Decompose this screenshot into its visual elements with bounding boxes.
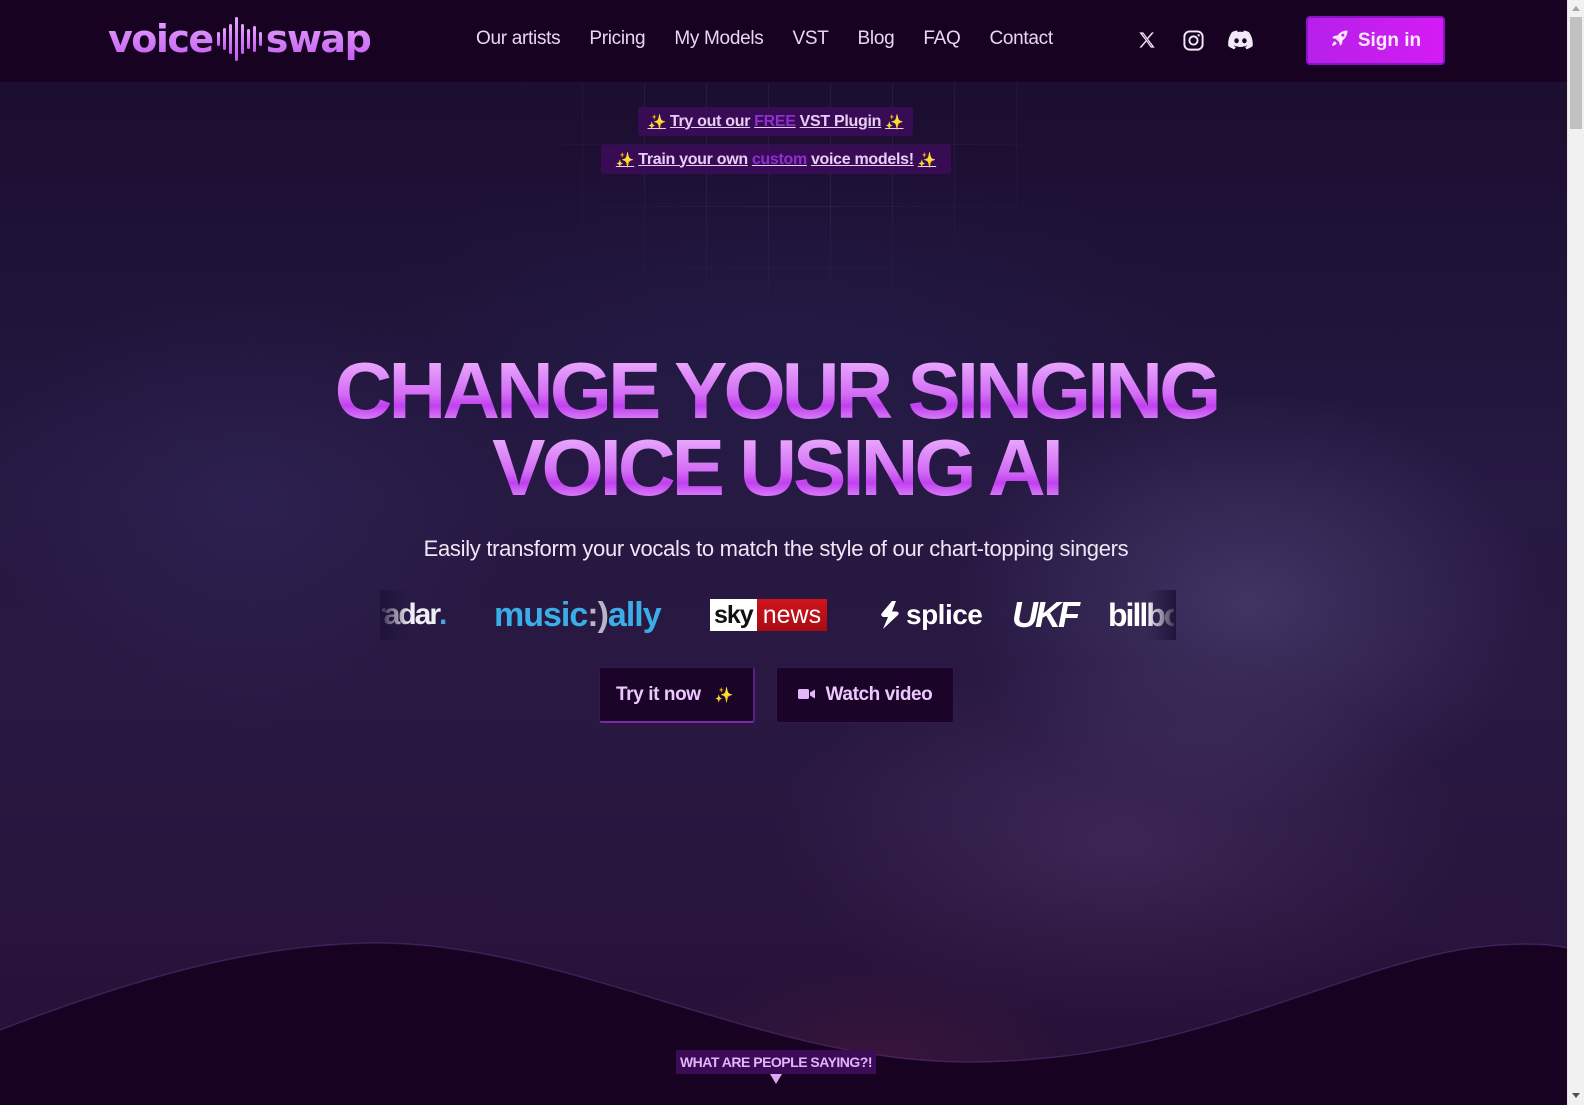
carousel-fade-left: [380, 590, 410, 640]
promo-prefix: Train your own: [638, 150, 748, 168]
bottom-wave-divider: [0, 942, 1567, 1105]
nav-vst[interactable]: VST: [792, 28, 828, 50]
promo-highlight: FREE: [754, 112, 796, 130]
logo-text-swap: swap: [265, 17, 372, 61]
sign-in-button[interactable]: Sign in: [1306, 16, 1445, 65]
try-it-now-button[interactable]: Try it now ✨: [599, 667, 755, 723]
promo-suffix: voice models!: [810, 150, 914, 168]
sparkles-icon: ✨: [917, 151, 937, 169]
site-header: voice swap Our artists Pricing My Models…: [0, 0, 1567, 83]
promo-suffix: VST Plugin: [799, 112, 882, 130]
press-logo-splice: splice: [878, 592, 983, 638]
voiceswap-logo[interactable]: voice swap: [108, 14, 372, 64]
nav-pricing[interactable]: Pricing: [589, 28, 645, 50]
sparkles-icon: ✨: [647, 113, 667, 131]
sparkles-icon: ✨: [714, 686, 734, 704]
testimonials-teaser[interactable]: WHAT ARE PEOPLE SAYING?!: [676, 1050, 876, 1074]
x-twitter-icon[interactable]: [1134, 27, 1160, 53]
scrollbar-thumb[interactable]: [1570, 17, 1582, 129]
nav-faq[interactable]: FAQ: [923, 28, 960, 50]
press-logos-carousel: radar. music:)ally skynews splice UKF bi…: [382, 592, 1174, 638]
logo-text-voice: voice: [108, 17, 214, 61]
page-scrollbar[interactable]: [1567, 0, 1584, 1105]
watch-video-label: Watch video: [825, 684, 933, 705]
press-logo-musically: music:) ally: [494, 595, 662, 634]
main-nav: Our artists Pricing My Models VST Blog F…: [476, 28, 1082, 50]
press-logo-sky-news: sky news: [710, 599, 828, 631]
custom-models-promo[interactable]: ✨ Train your own custom voice models! ✨: [601, 145, 951, 174]
watch-video-button[interactable]: Watch video: [776, 667, 954, 723]
sign-in-label: Sign in: [1357, 29, 1422, 51]
nav-my-models[interactable]: My Models: [674, 28, 763, 50]
sparkles-icon: ✨: [885, 113, 904, 131]
scroll-up-arrow-icon[interactable]: [1572, 6, 1580, 11]
press-logo-ukf: UKF: [1012, 594, 1080, 635]
try-it-now-label: Try it now: [616, 683, 701, 705]
splice-icon: [881, 601, 899, 629]
hero-subtitle: Easily transform your vocals to match th…: [423, 536, 1129, 561]
sparkles-icon: ✨: [615, 151, 635, 169]
nav-blog[interactable]: Blog: [858, 28, 895, 50]
vst-plugin-promo[interactable]: ✨ Try out our FREE VST Plugin ✨: [638, 107, 913, 136]
waveform-icon: [216, 16, 262, 62]
down-arrow-icon[interactable]: [770, 1074, 782, 1084]
headline-line-1: CHANGE YOUR SINGING: [0, 351, 1552, 431]
carousel-fade-right: [1146, 590, 1176, 640]
headline-line-2: VOICE USING AI: [0, 428, 1552, 508]
scroll-down-arrow-icon[interactable]: [1572, 1093, 1580, 1098]
instagram-icon[interactable]: [1180, 27, 1206, 53]
video-camera-icon: [797, 684, 816, 706]
nav-contact[interactable]: Contact: [989, 28, 1053, 50]
promo-prefix: Try out our: [669, 112, 751, 130]
hero-headline: CHANGE YOUR SINGING VOICE USING AI: [0, 351, 1552, 508]
nav-our-artists[interactable]: Our artists: [476, 28, 561, 50]
discord-icon[interactable]: [1227, 27, 1253, 53]
promo-highlight: custom: [751, 150, 807, 168]
page: voice swap Our artists Pricing My Models…: [0, 0, 1567, 1105]
rocket-icon: [1330, 28, 1350, 54]
